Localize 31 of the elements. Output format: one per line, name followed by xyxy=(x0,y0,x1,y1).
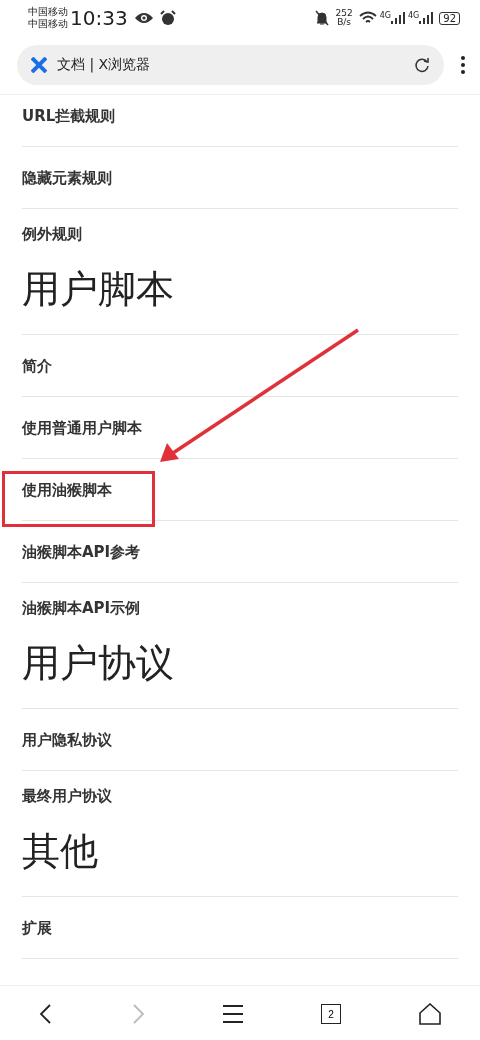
doc-link[interactable]: 使用油猴脚本 xyxy=(22,459,458,521)
doc-link[interactable]: 扩展 xyxy=(22,897,458,959)
doc-link[interactable]: 隐藏元素规则 xyxy=(22,147,458,209)
doc-link[interactable]: 简介 xyxy=(22,335,458,397)
clock: 10:33 xyxy=(70,6,128,30)
address-bar[interactable]: 文档 | X浏览器 xyxy=(17,45,444,85)
section-heading: 用户协议 xyxy=(22,634,458,709)
carrier-name: 中国移动 xyxy=(28,6,68,18)
browser-logo-icon xyxy=(31,57,47,73)
eye-icon xyxy=(133,12,154,24)
doc-link[interactable]: 用户隐私协议 xyxy=(22,709,458,771)
refresh-icon[interactable] xyxy=(414,57,430,73)
network-speed: 252 B/s xyxy=(335,9,353,27)
page-title: 文档 | X浏览器 xyxy=(57,56,152,74)
section-heading: 其他 xyxy=(22,822,458,897)
section-heading: 用户脚本 xyxy=(22,260,458,335)
alarm-icon xyxy=(159,10,176,26)
doc-link[interactable]: 油猴脚本API参考 xyxy=(22,521,458,583)
more-menu-icon[interactable] xyxy=(460,55,466,75)
carrier-name: 中国移动 xyxy=(28,18,68,30)
battery-indicator: 92 xyxy=(439,11,460,25)
back-icon[interactable] xyxy=(39,1003,53,1025)
home-icon[interactable] xyxy=(419,1003,441,1025)
doc-link[interactable]: 例外规则 xyxy=(22,209,458,260)
doc-link[interactable]: URL拦截规则 xyxy=(22,95,458,147)
doc-link[interactable]: 最终用户协议 xyxy=(22,771,458,822)
doc-link[interactable]: 油猴脚本API示例 xyxy=(22,583,458,634)
menu-icon[interactable] xyxy=(223,1005,243,1023)
wifi-icon xyxy=(358,11,377,25)
muted-bell-icon xyxy=(315,10,330,26)
tab-count[interactable]: 2 xyxy=(321,1004,341,1024)
